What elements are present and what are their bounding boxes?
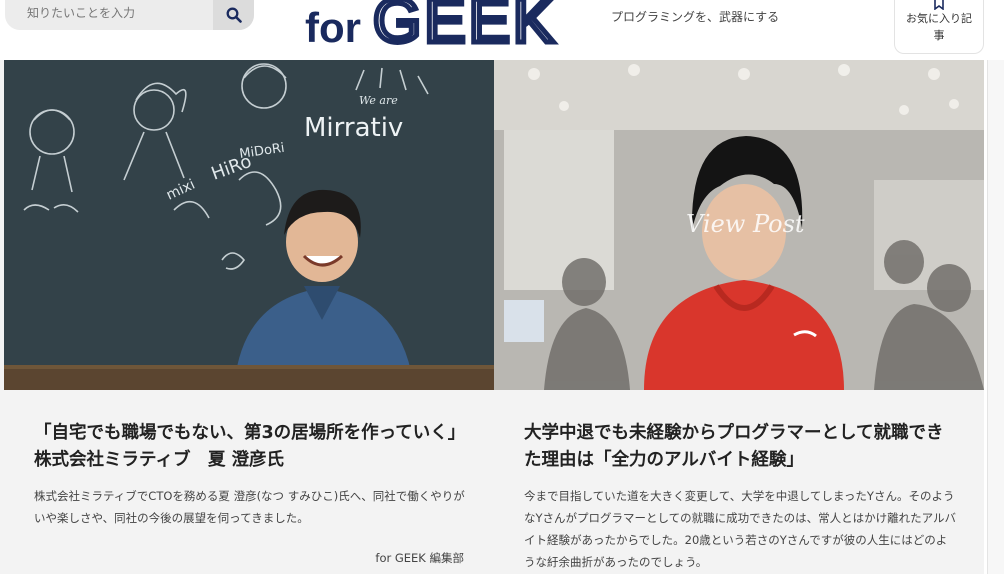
favorites-label: お気に入り記事	[906, 12, 972, 42]
chalk-mirrativ: Mirrativ	[304, 113, 403, 143]
logo-for-text: for	[305, 4, 361, 51]
view-post-overlay: View Post	[686, 210, 805, 238]
search-icon	[226, 7, 242, 23]
favorites-button[interactable]: お気に入り記事	[894, 0, 984, 54]
search-bar	[5, 0, 254, 30]
article-card[interactable]: View Post 大学中退でも未経験からプログラマーとして就職できた理由は「全…	[494, 60, 984, 574]
article-card[interactable]: Mirrativ We are MiDoRi HiRo mixi 「自宅でも職場…	[4, 60, 494, 574]
article-description: 株式会社ミラティブでCTOを務める夏 澄彦(なつ すみひこ)氏へ、同社で働くやり…	[34, 489, 465, 525]
site-header: for GEEK プログラミングを、武器にする お気に入り記事	[0, 0, 1004, 60]
article-thumbnail[interactable]: View Post	[494, 60, 984, 390]
article-author: for GEEK 編集部	[375, 551, 464, 565]
article-title[interactable]: 「自宅でも職場でもない、第3の居場所を作っていく」株式会社ミラティブ 夏 澄彦氏	[34, 420, 464, 474]
article-thumbnail[interactable]: Mirrativ We are MiDoRi HiRo mixi	[4, 60, 494, 390]
chalk-we-are: We are	[359, 94, 398, 107]
bookmark-icon	[934, 0, 944, 10]
logo-brand-text: GEEK	[370, 0, 558, 59]
office-portrait-photo: View Post	[494, 60, 984, 390]
article-title[interactable]: 大学中退でも未経験からプログラマーとして就職できた理由は「全力のアルバイト経験」	[524, 420, 954, 474]
site-tagline: プログラミングを、武器にする	[611, 10, 780, 24]
scrollbar[interactable]	[987, 60, 1004, 574]
search-input[interactable]	[27, 4, 205, 22]
chalkboard-interview-photo: Mirrativ We are MiDoRi HiRo mixi	[4, 60, 494, 390]
search-button[interactable]	[213, 0, 254, 30]
site-logo[interactable]: for GEEK	[305, 0, 557, 59]
article-description: 今まで目指していた道を大きく変更して、大学を中退してしまったYさん。そのようなY…	[524, 489, 957, 569]
